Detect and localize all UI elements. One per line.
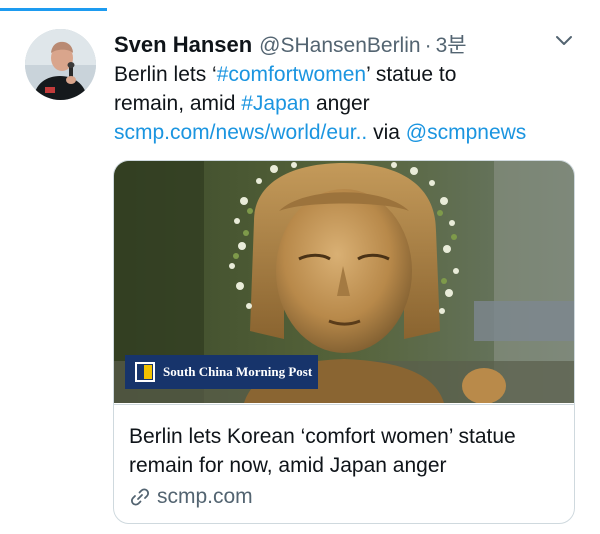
publisher-badge-label: South China Morning Post — [163, 364, 313, 379]
author-name[interactable]: Sven Hansen — [114, 32, 252, 58]
card-title-line: remain for now, amid Japan anger — [129, 454, 447, 477]
tweet-text-line: Berlin lets ‘#comfortwomen’ statue to — [114, 60, 584, 89]
tweet-text-segment: ’ statue to — [366, 63, 457, 86]
link-icon — [129, 486, 151, 508]
card-domain-text: scmp.com — [157, 485, 253, 508]
tweet-text: Berlin lets ‘#comfortwomen’ statue to re… — [114, 60, 584, 147]
tweet-text-segment: remain, amid — [114, 92, 242, 115]
card-body[interactable]: Berlin lets Korean ‘comfort women’ statu… — [114, 404, 574, 523]
avatar[interactable] — [25, 29, 96, 100]
chevron-down-icon[interactable] — [553, 30, 575, 52]
link-preview-card[interactable]: South China Morning Post Berlin lets Kor… — [113, 160, 575, 524]
card-domain[interactable]: scmp.com — [129, 485, 253, 509]
separator-dot: · — [424, 34, 432, 57]
card-image[interactable]: South China Morning Post — [114, 161, 574, 403]
tweet-text-segment: anger — [310, 92, 370, 115]
author-handle[interactable]: @SHansenBerlin — [259, 34, 420, 58]
card-title-line: Berlin lets Korean ‘comfort women’ statu… — [129, 425, 516, 448]
tweet-text-line: remain, amid #Japan anger — [114, 89, 584, 118]
tweet-text-segment: via — [367, 121, 406, 144]
publisher-logo-icon — [135, 362, 155, 382]
article-url-link[interactable]: scmp.com/news/world/eur.. — [114, 121, 367, 144]
tweet-timestamp[interactable]: 3분 — [436, 29, 467, 59]
tweet-text-segment: Berlin lets ‘ — [114, 63, 217, 86]
card-title[interactable]: Berlin lets Korean ‘comfort women’ statu… — [129, 422, 564, 480]
mention-link[interactable]: @scmpnews — [406, 121, 527, 144]
active-tab-indicator — [0, 8, 107, 11]
hashtag-link[interactable]: #comfortwomen — [217, 63, 366, 86]
publisher-badge: South China Morning Post — [125, 355, 318, 389]
tweet-header: Sven Hansen @SHansenBerlin · 3분 — [114, 29, 467, 59]
hashtag-link[interactable]: #Japan — [241, 92, 310, 115]
tweet-text-line: scmp.com/news/world/eur.. via @scmpnews — [114, 118, 584, 147]
